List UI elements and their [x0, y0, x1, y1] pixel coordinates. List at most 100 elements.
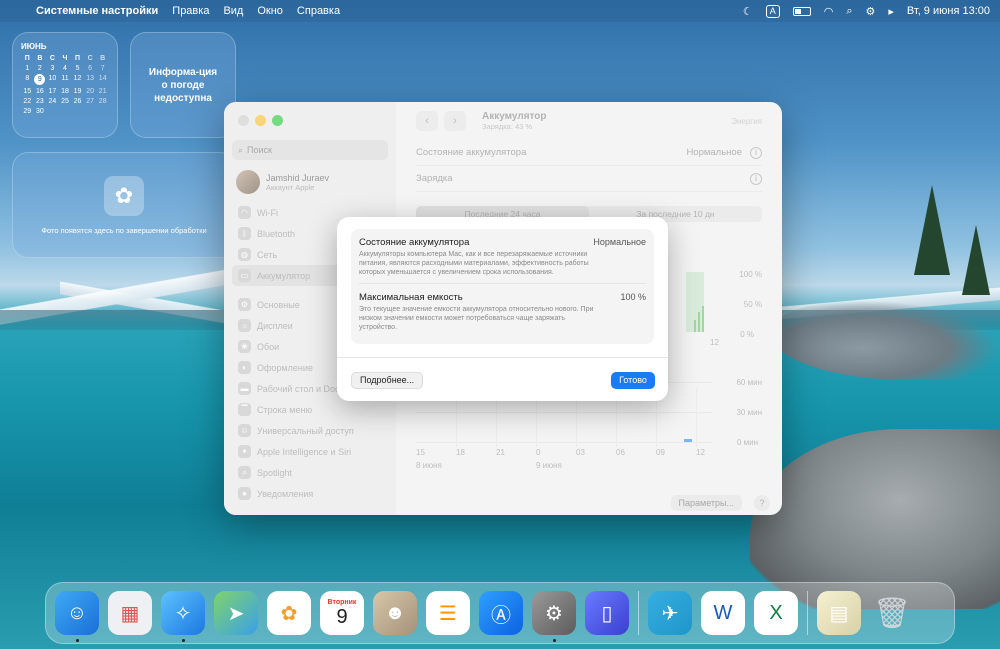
calendar-day: 17 [48, 88, 57, 95]
calendar-day: 30 [35, 108, 44, 115]
dark-mode-moon-icon[interactable]: ☾ [743, 5, 753, 18]
calendar-day: 20 [86, 88, 95, 95]
menu-window[interactable]: Окно [257, 5, 283, 17]
dock-separator [638, 591, 639, 635]
menu-app-name[interactable]: Системные настройки [36, 5, 158, 17]
wifi-icon[interactable]: ◠ [824, 5, 834, 18]
calendar-day: 10 [48, 75, 57, 82]
photos-pinwheel-icon: ✿ [104, 175, 144, 216]
calendar-weekday: Ч [62, 55, 68, 62]
menu-edit[interactable]: Правка [172, 5, 209, 17]
calendar-day: 24 [48, 98, 57, 105]
telegram-icon[interactable]: ✈ [648, 591, 692, 635]
calendar-weekday: П [75, 55, 81, 62]
done-button[interactable]: Готово [611, 372, 655, 389]
calendar-day: 29 [23, 108, 32, 115]
calendar-day: 27 [86, 98, 95, 105]
battery-health-section: Состояние аккумулятора Нормальное Аккуму… [359, 235, 646, 283]
finder-icon[interactable]: ☺ [55, 591, 99, 642]
max-capacity-description: Это текущее значение емкости аккумулятор… [359, 306, 594, 331]
calendar-day: 13 [86, 75, 95, 82]
more-info-button[interactable]: Подробнее... [351, 372, 424, 389]
sheet-divider [337, 357, 668, 358]
max-capacity-value: 100 % [620, 292, 646, 302]
calendar-day [84, 108, 97, 115]
status-area: ☾ A ◠ ⌕ ⚙ ▸ Вт, 9 июня 13:00 [743, 4, 990, 18]
menu-help[interactable]: Справка [297, 5, 340, 17]
running-indicator [75, 639, 79, 642]
calendar-day [46, 108, 59, 115]
calendar-weekday: В [37, 55, 43, 62]
calendar-grid: П В С Ч П С В 1 2 3 4 5 6 7 8 9 10 11 12 13 14 15 16 17 18 19 20 21… [21, 55, 109, 115]
wallpaper-tree [962, 225, 990, 295]
photos-icon[interactable]: ✿ [267, 591, 311, 635]
calendar-widget[interactable]: ИЮНЬ П В С Ч П С В 1 2 3 4 5 6 7 8 9 10 11 12 13 14 15 16 17 18 1… [12, 32, 118, 138]
calendar-month: ИЮНЬ [21, 42, 47, 51]
battery-health-label: Состояние аккумулятора [359, 237, 470, 248]
menu-view[interactable]: Вид [223, 5, 243, 17]
launchpad-icon[interactable]: ▦ [108, 591, 152, 635]
calendar-day: 28 [98, 98, 107, 105]
input-source-indicator[interactable]: A [765, 4, 780, 18]
iphone-mirroring-icon[interactable]: ▯ [585, 591, 629, 635]
calendar-day: 15 [23, 88, 32, 95]
calendar-day: 14 [98, 75, 107, 82]
trash-icon[interactable]: 🗑 [870, 591, 914, 635]
spotlight-search-icon[interactable]: ⌕ [846, 5, 852, 18]
calendar-day: 26 [73, 98, 82, 105]
photos-widget[interactable]: ✿ Фото появятся здесь по завершении обра… [12, 152, 236, 258]
calendar-day: 8 [25, 75, 30, 82]
calendar-day: 4 [63, 65, 67, 72]
menu-clock[interactable]: Вт, 9 июня 13:00 [907, 5, 990, 17]
dock: ☺ ▦ ✧ ➤ ✿ Вторник 9 ☻ ☰ Ⓐ ⚙ ▯ ✈ W X ▤ 🗑 [45, 582, 955, 644]
documents-stack-icon[interactable]: ▤ [817, 591, 861, 635]
dock-separator [807, 591, 808, 635]
battery-health-value: Нормальное [593, 237, 646, 247]
weather-unavailable-text: Информа-ция о погоде недоступна [148, 66, 218, 104]
maps-icon[interactable]: ➤ [214, 591, 258, 635]
running-indicator [552, 639, 556, 642]
max-capacity-section: Максимальная емкость 100 % Это текущее з… [359, 283, 646, 338]
flag-icon[interactable]: ▸ [888, 5, 894, 18]
calendar-day [59, 108, 72, 115]
calendar-day: 21 [98, 88, 107, 95]
battery-health-description: Аккумуляторы компьютера Mac, как и все п… [359, 251, 589, 276]
running-indicator [181, 639, 185, 642]
calendar-day: 11 [61, 75, 69, 82]
calendar-day: 7 [100, 65, 105, 72]
calendar-day: 19 [73, 88, 82, 95]
calendar-day: 18 [61, 88, 69, 95]
calendar-day: 2 [37, 65, 42, 72]
wallpaper-rocks [770, 300, 1000, 380]
sheet-info-panel: Состояние аккумулятора Нормальное Аккуму… [351, 229, 654, 344]
microsoft-word-icon[interactable]: W [701, 591, 745, 635]
calendar-day: 3 [50, 65, 55, 72]
max-capacity-label: Максимальная емкость [359, 292, 463, 303]
calendar-app-icon[interactable]: Вторник 9 [320, 591, 364, 635]
safari-icon[interactable]: ✧ [161, 591, 205, 642]
calendar-day: 1 [25, 65, 30, 72]
calendar-day [71, 108, 84, 115]
calendar-day-number: 9 [336, 605, 348, 628]
contacts-icon[interactable]: ☻ [373, 591, 417, 635]
calendar-day: 25 [61, 98, 69, 105]
calendar-day: 16 [35, 88, 44, 95]
calendar-day: 6 [88, 65, 93, 72]
calendar-day: 9 [34, 74, 46, 85]
control-center-icon[interactable]: ⚙ [866, 5, 876, 18]
wallpaper-tree [914, 185, 950, 275]
calendar-weekday: В [100, 55, 106, 62]
photos-widget-caption: Фото появятся здесь по завершении обрабо… [41, 225, 207, 235]
calendar-weekday: С [87, 55, 93, 62]
calendar-day-name: Вторник [327, 598, 357, 606]
weather-widget[interactable]: Информа-ция о погоде недоступна [130, 32, 236, 138]
calendar-day: 12 [73, 75, 82, 82]
battery-icon[interactable] [792, 6, 811, 16]
microsoft-excel-icon[interactable]: X [754, 591, 798, 635]
calendar-day: 23 [35, 98, 44, 105]
battery-health-sheet: Состояние аккумулятора Нормальное Аккуму… [337, 217, 668, 401]
calendar-day: 22 [23, 98, 32, 105]
reminders-icon[interactable]: ☰ [426, 591, 470, 635]
system-settings-icon[interactable]: ⚙ [532, 591, 576, 642]
app-store-icon[interactable]: Ⓐ [479, 591, 523, 635]
